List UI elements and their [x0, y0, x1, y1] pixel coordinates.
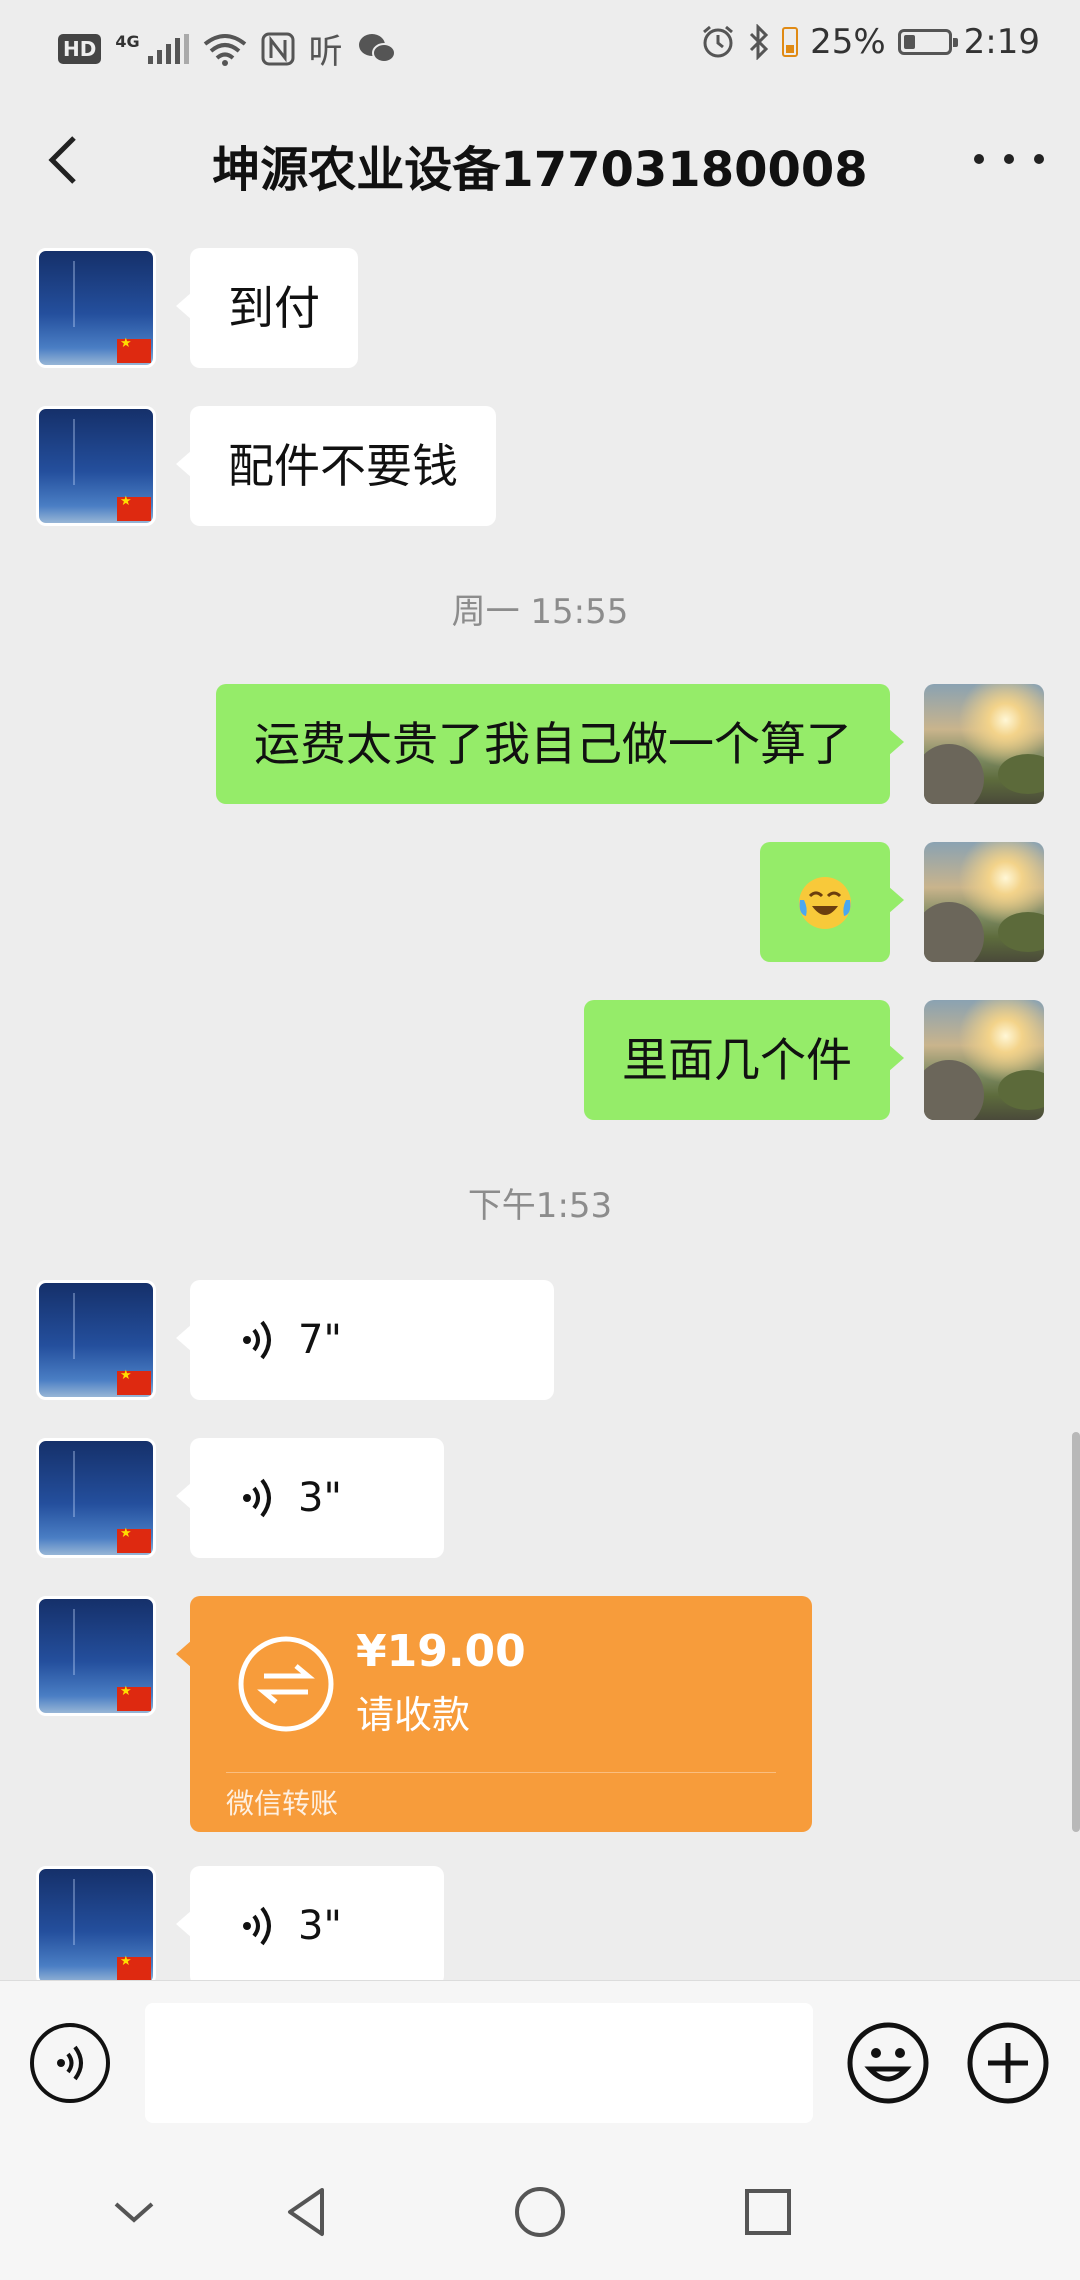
listen-icon: 听 [308, 32, 343, 72]
timestamp: 下午1:53 [467, 1186, 613, 1226]
voice-wave-icon [243, 1320, 271, 1360]
scrollbar[interactable] [1072, 1432, 1080, 1832]
bluetooth-icon [750, 24, 769, 60]
voice-input-icon[interactable] [30, 2023, 110, 2103]
voice-message[interactable]: 7" [176, 1280, 554, 1400]
voice-wave-icon [243, 1478, 271, 1518]
emoji-icon[interactable] [846, 2021, 930, 2105]
signal-icon [147, 33, 189, 64]
message-received: 到付 [0, 248, 1080, 368]
status-bar: HD 4G 听 25% 2:19 [0, 0, 1080, 92]
message-sent [0, 842, 1080, 962]
collapse-icon[interactable] [104, 2182, 164, 2242]
status-bar-left: HD 4G 听 [58, 24, 397, 73]
avatar[interactable] [36, 248, 156, 368]
transfer-status: 请收款 [356, 1693, 471, 1737]
bluetooth-battery-icon [782, 27, 799, 57]
battery-percent: 25% [810, 22, 886, 62]
message-sent: 里面几个件 [0, 1000, 1080, 1120]
china-flag-icon [117, 1526, 151, 1553]
china-flag-icon [117, 336, 151, 363]
message-received: 配件不要钱 [0, 406, 1080, 526]
message-received: 3" [0, 1866, 1080, 1980]
message-bubble[interactable]: 运费太贵了我自己做一个算了 [216, 684, 904, 804]
message-received: 7" [0, 1280, 1080, 1400]
back-triangle-icon[interactable] [278, 2182, 338, 2242]
message-received: 3" [0, 1438, 1080, 1558]
china-flag-icon [117, 494, 151, 521]
status-bar-right: 25% 2:19 [700, 22, 1040, 62]
voice-duration: 3" [298, 1475, 342, 1521]
transfer-brand: 微信转账 [226, 1787, 339, 1820]
chevron-left-icon[interactable] [36, 130, 96, 190]
message-list[interactable]: 到付 配件不要钱 周一 15:55 运费太贵了我自己做一个算了 里面几个件 下午… [0, 232, 1080, 1980]
avatar[interactable] [36, 406, 156, 526]
transfer-card[interactable]: ¥19.00 请收款 微信转账 [176, 1596, 812, 1832]
avatar[interactable] [924, 842, 1044, 962]
nfc-icon [261, 32, 295, 65]
message-bubble[interactable]: 里面几个件 [584, 1000, 904, 1120]
alarm-icon [703, 25, 734, 58]
network-type: 4G [115, 32, 140, 51]
avatar[interactable] [36, 1280, 156, 1400]
battery-icon [897, 29, 958, 55]
avatar[interactable] [36, 1438, 156, 1558]
transfer-icon [238, 1636, 334, 1732]
divider [226, 1772, 776, 1773]
wifi-icon [203, 33, 246, 66]
voice-duration: 7" [298, 1317, 342, 1363]
face-with-tears-of-joy-emoji [799, 877, 851, 929]
voice-message[interactable]: 3" [176, 1866, 444, 1980]
wechat-icon [358, 33, 396, 63]
avatar[interactable] [36, 1596, 156, 1716]
voice-wave-icon [243, 1906, 271, 1946]
avatar[interactable] [924, 1000, 1044, 1120]
voice-message[interactable]: 3" [176, 1438, 444, 1558]
recents-square-icon[interactable] [738, 2182, 798, 2242]
more-dots-icon[interactable] [974, 134, 1044, 184]
voice-duration: 3" [298, 1903, 342, 1949]
message-bubble[interactable]: 配件不要钱 [176, 406, 496, 526]
chat-header: 坤源农业设备17703180008 [0, 92, 1080, 232]
avatar[interactable] [36, 1866, 156, 1980]
input-bar [0, 1980, 1080, 2141]
china-flag-icon [117, 1954, 151, 1980]
message-received: ¥19.00 请收款 微信转账 [0, 1596, 1080, 1832]
message-input[interactable] [145, 2003, 813, 2123]
china-flag-icon [117, 1684, 151, 1711]
china-flag-icon [117, 1368, 151, 1395]
timestamp: 周一 15:55 [451, 592, 629, 632]
message-bubble[interactable] [760, 842, 904, 962]
home-circle-icon[interactable] [510, 2182, 570, 2242]
avatar[interactable] [924, 684, 1044, 804]
hd-badge: HD [58, 33, 102, 64]
transfer-amount: ¥19.00 [356, 1626, 526, 1677]
message-sent: 运费太贵了我自己做一个算了 [0, 684, 1080, 804]
chat-title: 坤源农业设备17703180008 [212, 142, 868, 198]
message-bubble[interactable]: 到付 [176, 248, 358, 368]
system-nav-bar [0, 2140, 1080, 2280]
plus-icon[interactable] [966, 2021, 1050, 2105]
clock: 2:19 [963, 22, 1040, 62]
